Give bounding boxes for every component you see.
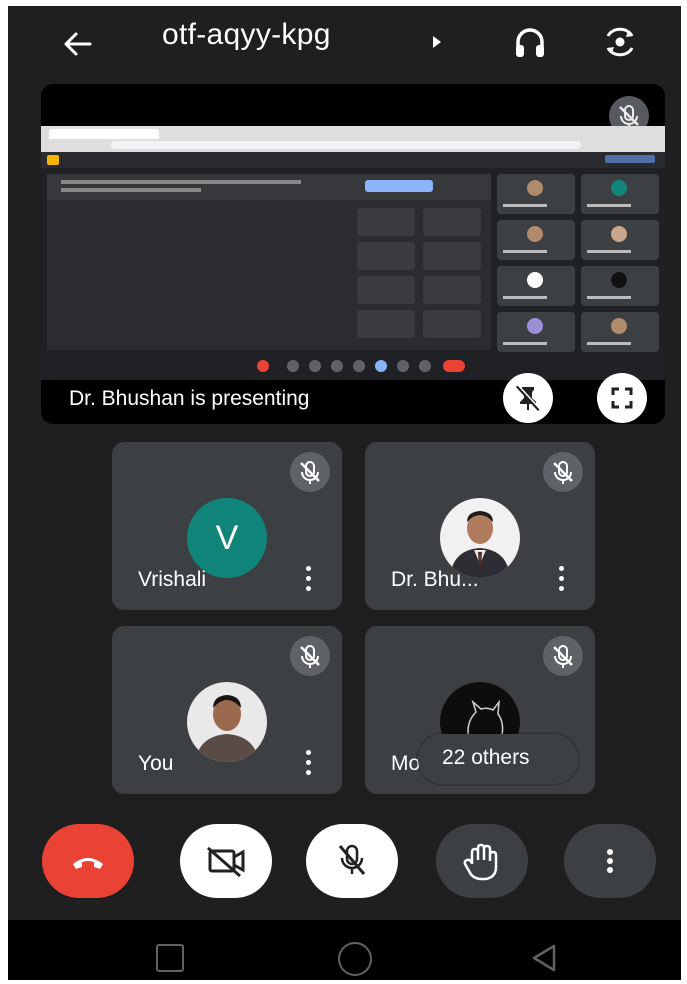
avatar: V (187, 498, 267, 578)
fullscreen-icon (611, 387, 633, 409)
meet-call-screen: otf-aqyy-kpg Dr. Bhushan is presenting V… (8, 6, 681, 980)
participant-name: You (138, 752, 174, 775)
mic-off-icon (290, 636, 330, 676)
mirrored-tiles (357, 208, 487, 344)
participant-tile-self[interactable]: You (112, 626, 342, 794)
headphones-icon[interactable] (512, 24, 548, 60)
fullscreen-button[interactable] (597, 373, 647, 423)
mic-off-icon (543, 452, 583, 492)
mic-off-icon (543, 636, 583, 676)
more-vert-icon[interactable] (306, 750, 312, 776)
switch-camera-icon[interactable] (600, 22, 640, 62)
presenting-icon (47, 155, 59, 165)
participant-tile[interactable]: V Vrishali (112, 442, 342, 610)
meeting-code[interactable]: otf-aqyy-kpg (162, 18, 331, 52)
participant-name: Vrishali (138, 568, 207, 591)
more-vert-icon[interactable] (559, 566, 565, 592)
mic-off-icon (338, 844, 366, 875)
others-count: 22 others (442, 746, 530, 769)
more-vert-icon[interactable] (306, 566, 312, 592)
mirrored-controls (41, 354, 665, 380)
unpin-button[interactable] (503, 373, 553, 423)
camera-toggle-button[interactable] (180, 824, 272, 898)
raise-hand-icon (463, 843, 498, 881)
caret-right-icon[interactable] (433, 36, 441, 48)
back-triangle-icon[interactable] (528, 942, 560, 974)
videocam-off-icon (207, 846, 245, 878)
system-nav-bar (8, 920, 681, 980)
others-chip[interactable]: 22 others (418, 734, 578, 784)
call-end-icon (73, 858, 103, 869)
browser-chrome (41, 126, 665, 152)
avatar (440, 498, 520, 578)
browser-url-bar (111, 141, 581, 149)
shared-participant-grid (497, 174, 661, 352)
participant-name: Dr. Bhu... (391, 568, 479, 591)
mic-off-icon (290, 452, 330, 492)
mic-toggle-button[interactable] (306, 824, 398, 898)
unpin-icon (515, 384, 541, 412)
mirrored-meet-view (47, 174, 491, 350)
stop-presenting-link (605, 155, 655, 163)
presentation-panel[interactable]: Dr. Bhushan is presenting (41, 84, 665, 424)
home-icon[interactable] (338, 942, 372, 976)
top-bar: otf-aqyy-kpg (8, 6, 681, 80)
infinity-mirror-warning (47, 174, 491, 200)
raise-hand-button[interactable] (436, 824, 528, 898)
shared-screen-image (41, 126, 665, 380)
recent-apps-icon[interactable] (156, 944, 184, 972)
presenting-label: Dr. Bhushan is presenting (69, 387, 310, 410)
browser-tab (49, 129, 159, 139)
more-options-button[interactable] (564, 824, 656, 898)
participant-tile[interactable]: Dr. Bhu... (365, 442, 595, 610)
presenter-bar (41, 152, 665, 168)
arrow-back-icon[interactable] (58, 24, 98, 64)
end-call-button[interactable] (42, 824, 134, 898)
avatar (187, 682, 267, 762)
warning-stop-button (365, 180, 433, 192)
more-vert-icon (607, 849, 613, 873)
